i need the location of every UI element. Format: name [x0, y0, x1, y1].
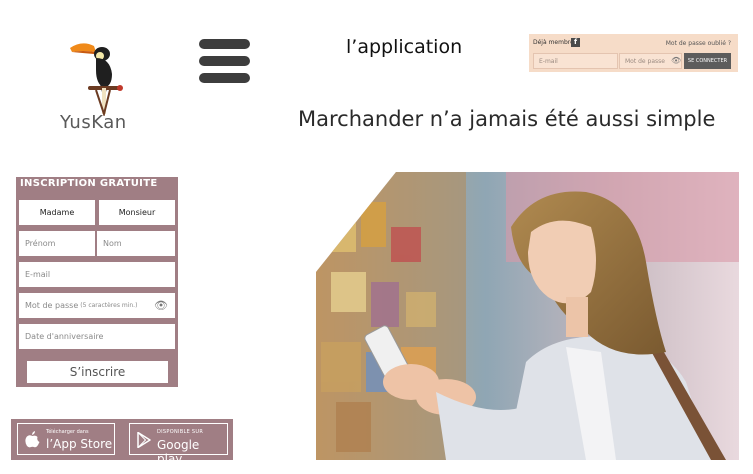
- last-name-input[interactable]: Nom: [97, 231, 175, 256]
- yuskan-logo[interactable]: YusKan: [56, 40, 136, 136]
- logo-text: YusKan: [60, 112, 127, 133]
- toucan-logo-icon: [70, 43, 123, 116]
- woman-shopping-photo: [316, 172, 739, 460]
- password-input[interactable]: Mot de passe (5 caractères min.) 👁: [19, 293, 175, 318]
- birthday-input[interactable]: Date d'anniversaire: [19, 324, 175, 349]
- hamburger-icon: [199, 39, 250, 49]
- tagline: Marchander n’a jamais été aussi simple: [298, 107, 716, 131]
- google-play-icon: [137, 432, 151, 448]
- register-button[interactable]: S’inscrire: [27, 361, 168, 383]
- password-hint: (5 caractères min.): [80, 302, 138, 309]
- registration-form: INSCRIPTION GRATUITE Madame Monsieur Pré…: [16, 177, 178, 357]
- google-play-small-text: DISPONIBLE SUR: [157, 429, 204, 435]
- login-button[interactable]: SE CONNECTER: [684, 53, 731, 69]
- password-placeholder: Mot de passe: [25, 301, 79, 310]
- gender-option-monsieur[interactable]: Monsieur: [99, 200, 175, 225]
- store-badges: Télécharger dans l’App Store DISPONIBLE …: [11, 419, 233, 466]
- forgot-password-link[interactable]: Mot de passe oublié ?: [666, 40, 731, 47]
- app-store-large-text: l’App Store: [46, 437, 113, 451]
- menu-button[interactable]: [199, 39, 250, 87]
- register-button-wrapper: S’inscrire: [16, 357, 178, 387]
- gender-option-madame[interactable]: Madame: [19, 200, 95, 225]
- login-email-input[interactable]: E-mail: [533, 53, 618, 69]
- login-panel: Déjà membre ? f Mot de passe oublié ? E-…: [529, 34, 738, 72]
- email-input[interactable]: E-mail: [19, 262, 175, 287]
- google-play-large-text: Google play: [157, 438, 200, 466]
- google-play-badge[interactable]: DISPONIBLE SUR Google play: [129, 423, 228, 466]
- show-password-icon[interactable]: 👁: [671, 56, 681, 65]
- apple-icon: [25, 431, 40, 448]
- show-password-icon[interactable]: 👁: [154, 299, 168, 312]
- page-title: l’application: [346, 36, 463, 58]
- hero-image: [316, 172, 739, 460]
- first-name-input[interactable]: Prénom: [19, 231, 95, 256]
- app-store-badge[interactable]: Télécharger dans l’App Store: [17, 423, 115, 455]
- facebook-icon[interactable]: f: [571, 38, 580, 47]
- app-store-small-text: Télécharger dans: [46, 429, 89, 435]
- registration-title: INSCRIPTION GRATUITE: [20, 178, 158, 189]
